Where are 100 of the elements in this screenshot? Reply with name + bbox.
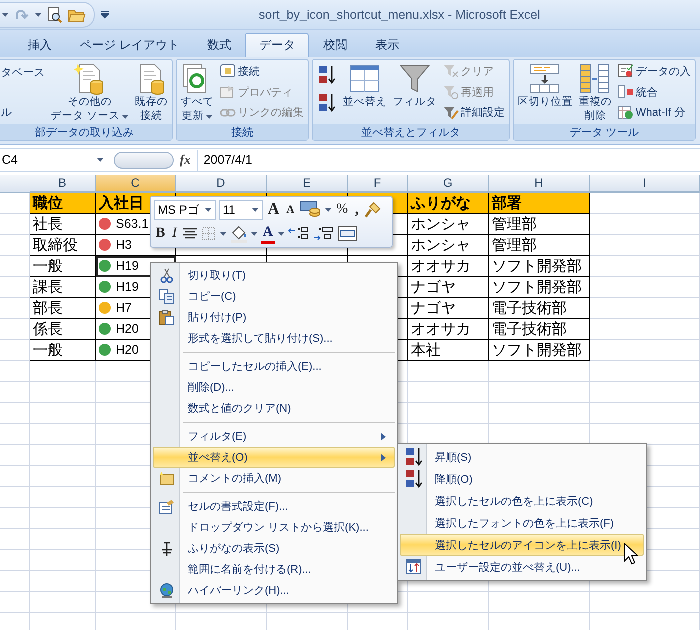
connection-icon [220,63,236,80]
caret-icon [2,12,9,16]
ribbon-button[interactable]: What-If 分 [616,103,692,122]
font-color-button[interactable]: A [261,224,276,244]
menu-item[interactable]: 数式と値のクリア(N) [153,398,395,419]
dropdown-caret-icon [97,158,104,162]
print-preview-icon[interactable] [47,6,63,22]
menu-item[interactable]: フィルタ(E) [153,426,395,447]
reapply-filter-icon [442,84,459,100]
ribbon-button[interactable]: 詳細設定 [442,103,506,122]
comma-button[interactable]: , [353,200,361,220]
coins-icon[interactable] [300,201,322,219]
menu-item[interactable]: ユーザー設定の並べ替え(U)... [400,556,644,578]
menu-item[interactable]: 昇順(S) [400,446,644,468]
table-cell: 社長 [30,214,96,235]
group-label: 部データの取り込み [0,124,172,140]
submenu-arrow-icon [381,454,386,462]
custom-sort-icon [406,559,422,575]
status-circle-icon [98,217,112,231]
ribbon-button[interactable]: 統合 [616,82,692,102]
menu-item[interactable]: セルの書式設定(F)... [153,496,395,517]
menu-item[interactable]: 並べ替え(O) [153,447,395,468]
header-cell: 部署 [489,193,590,214]
column-header[interactable]: D [176,175,267,192]
shrink-font-button[interactable]: A [284,200,297,220]
menu-item[interactable]: 降順(O) [400,468,644,490]
name-box[interactable]: C4 [0,150,108,170]
ribbon-tab[interactable]: 数式 [193,33,246,57]
align-center-icon[interactable] [182,227,198,241]
ribbon-button[interactable]: 区切り位置 [516,62,574,110]
column-header[interactable]: G [408,175,489,192]
sort-descending-icon [404,468,424,490]
percent-button[interactable]: % [334,200,350,220]
cell-text: H19 [116,280,139,294]
header-cell: ふりがな [408,193,489,214]
paint-bucket-icon[interactable] [230,225,248,243]
menu-item[interactable]: 選択したセルのアイコンを上に表示(I) [400,534,644,556]
table-cell: 電子技術部 [489,298,590,319]
cell-text: H19 [116,259,139,273]
funnel-icon [398,63,431,95]
ribbon-button[interactable]: 重複の 削除 [578,62,613,124]
date-cell[interactable]: H19 [96,256,176,277]
sort-descending-icon [316,92,337,114]
ribbon-tab[interactable]: 挿入 [14,33,66,57]
column-header[interactable]: F [348,175,408,192]
consolidate-icon [618,84,634,100]
caret-icon [205,208,212,212]
table-cell: ソフト開発部 [489,277,590,298]
column-header[interactable]: B [30,175,96,192]
ribbon-button[interactable]: 接続 [218,62,305,81]
menu-item[interactable]: ふりがなの表示(S) [153,538,395,559]
font-name-field[interactable]: MS Pゴ [154,200,216,220]
caret-icon [324,208,332,212]
increase-decimal-icon[interactable] [288,226,310,242]
ribbon-button[interactable]: 並べ替え [342,62,388,110]
menu-item[interactable]: 範囲に名前を付ける(R)... [153,559,395,580]
ribbon-button[interactable]: すべて 更新 [180,62,215,124]
menu-item[interactable]: 削除(D)... [153,377,395,398]
menu-item[interactable]: ドロップダウン リストから選択(K)... [153,517,395,538]
decrease-decimal-icon[interactable] [313,226,336,242]
table-cell: ソフト開発部 [489,340,590,361]
formula-input-field[interactable]: 2007/4/1 [196,150,700,170]
menu-item[interactable]: 選択したフォントの色を上に表示(F) [400,512,644,534]
ribbon-button[interactable]: タベース [0,62,46,82]
ribbon-tab[interactable]: データ [245,33,310,57]
ribbon-button[interactable]: 既存の 接続 [134,62,169,124]
column-header[interactable]: I [590,175,700,192]
column-header[interactable]: C [96,175,176,192]
table-cell: オオサカ [408,256,489,277]
merge-center-icon[interactable] [338,226,358,242]
menu-item[interactable]: コメントの挿入(M) [153,468,395,489]
table-cell: オオサカ [408,319,489,340]
ribbon-tab[interactable]: ページ レイアウト [66,33,194,57]
cell-text: S63.1 [116,217,149,231]
furigana-icon [159,540,175,556]
column-header[interactable]: H [489,175,590,192]
menu-item[interactable]: ハイパーリンク(H)... [153,580,395,601]
table-cell: ホンシャ [408,235,489,256]
customize-caret-icon[interactable] [101,10,109,18]
ribbon-button[interactable]: フィルタ [392,62,438,110]
ribbon-tab[interactable]: 表示 [361,33,414,57]
resize-handle[interactable] [114,152,174,168]
ribbon-button[interactable]: データの入 [616,62,692,81]
mouse-pointer-icon [624,543,638,565]
copy-icon [159,288,175,304]
status-circle-icon [98,280,112,294]
column-header[interactable]: E [267,175,348,192]
comment-icon [159,470,175,486]
menu-item[interactable]: 選択したセルの色を上に表示(C) [400,490,644,512]
caret-icon [206,114,213,118]
ribbon-button[interactable]: ル [0,102,46,122]
grow-font-button[interactable]: A [266,200,282,220]
font-size-field[interactable]: 11 [219,200,263,220]
cell-text: H7 [116,301,132,315]
ribbon-button[interactable]: その他の データ ソース [50,62,130,124]
sort-ascending-icon [404,446,424,468]
ribbon-tab[interactable]: 校閲 [309,33,362,57]
insert-function-button[interactable]: fx [180,152,191,168]
clear-filter-icon [442,63,459,80]
caret-icon [252,208,259,212]
